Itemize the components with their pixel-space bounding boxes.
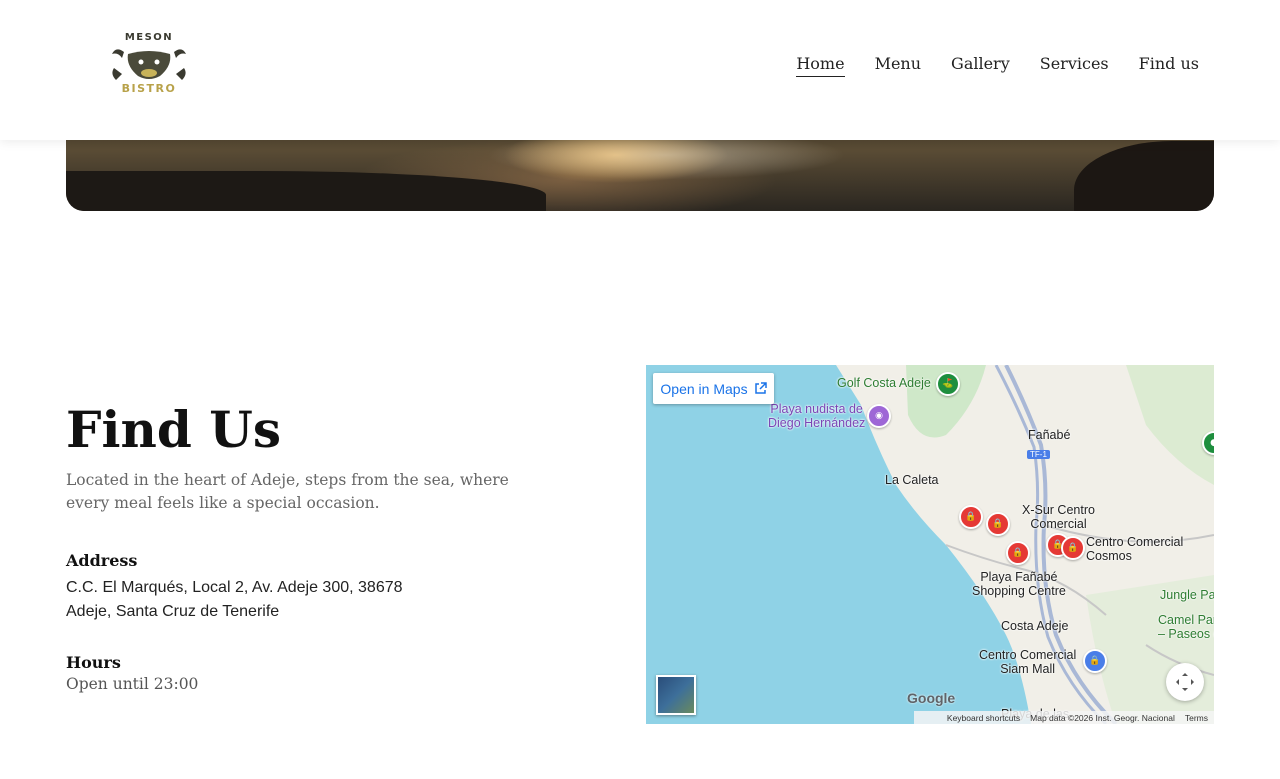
nav-find-us[interactable]: Find us xyxy=(1139,54,1199,77)
nav-gallery[interactable]: Gallery xyxy=(951,54,1010,77)
map-label-playa-fanabe-line2: Shopping Centre xyxy=(972,584,1066,598)
map-label-xsur-line1: X-Sur Centro xyxy=(1022,503,1095,517)
google-logo: Google xyxy=(907,690,956,706)
map-label-siam-line2: Siam Mall xyxy=(1000,662,1056,676)
external-link-icon xyxy=(754,382,767,394)
map-label-cosmos-line2: Cosmos xyxy=(1086,549,1132,563)
map-label-playa-fanabe: Playa Fañabé Shopping Centre xyxy=(972,570,1066,598)
map-label-la-caleta: La Caleta xyxy=(885,473,939,487)
hero-rock-left xyxy=(66,171,546,211)
map-label-fanabe: Fañabé xyxy=(1028,428,1071,442)
map-attribution: Keyboard shortcuts Map data ©2026 Inst. … xyxy=(914,711,1214,724)
map-label-cosmos-line1: Centro Comercial xyxy=(1086,535,1184,549)
map-pin-shopping-icon[interactable]: 🔒 xyxy=(1006,541,1030,565)
map-label-xsur: X-Sur Centro Comercial xyxy=(1022,503,1095,531)
keyboard-shortcuts-link[interactable]: Keyboard shortcuts xyxy=(947,713,1020,723)
hero-rock-right xyxy=(1074,141,1214,211)
map-pin-shopping-icon[interactable]: 🔒 xyxy=(959,505,983,529)
map-label-siam-line1: Centro Comercial xyxy=(979,648,1077,662)
map-label-jungle: Jungle Par xyxy=(1160,588,1214,602)
fullscreen-button[interactable] xyxy=(1166,663,1204,701)
nav-menu[interactable]: Menu xyxy=(875,54,921,77)
map-label-siam: Centro Comercial Siam Mall xyxy=(979,648,1076,676)
site-header: MESON BISTRO Home Menu Gallery Services … xyxy=(0,0,1280,140)
map-pin-shopping-icon[interactable]: 🔒 xyxy=(986,512,1010,536)
bull-head-icon xyxy=(112,49,186,80)
map-label-cosmos: Centro Comercial Cosmos xyxy=(1086,535,1183,563)
map-label-camel: Camel Park – Paseos en ca xyxy=(1158,613,1214,641)
map-pin-mall-icon[interactable]: 🔒 xyxy=(1083,649,1107,673)
find-us-title: Find Us xyxy=(66,400,281,459)
find-us-description: Located in the heart of Adeje, steps fro… xyxy=(66,471,509,512)
address-label: Address xyxy=(66,551,138,570)
map-label-costa-adeje: Costa Adeje xyxy=(1001,619,1069,633)
map-label-playa-nudista-line2: Diego Hernández xyxy=(768,416,866,430)
google-map[interactable]: Golf Costa Adeje Playa nudista de Diego … xyxy=(646,365,1214,724)
map-label-xsur-line2: Comercial xyxy=(1030,517,1087,531)
map-pin-shopping-icon[interactable]: 🔒 xyxy=(1061,536,1085,560)
logo-top-text: MESON xyxy=(124,32,174,43)
nav-home[interactable]: Home xyxy=(796,54,845,77)
open-in-maps-label: Open in Maps xyxy=(660,380,748,397)
hours-label: Hours xyxy=(66,653,121,672)
map-label-playa-fanabe-line1: Playa Fañabé xyxy=(980,570,1058,584)
logo-bottom-text: BISTRO xyxy=(121,82,177,95)
map-label-camel-line1: Camel Park xyxy=(1158,613,1214,627)
map-label-golf: Golf Costa Adeje xyxy=(837,376,931,390)
map-label-camel-line2: – Paseos en ca xyxy=(1158,627,1214,641)
open-in-maps-button[interactable]: Open in Maps xyxy=(653,373,774,404)
main-nav: Home Menu Gallery Services Find us xyxy=(796,54,1199,77)
terms-link[interactable]: Terms xyxy=(1185,713,1208,723)
map-pin-golf-icon[interactable]: ⛳ xyxy=(936,372,960,396)
fullscreen-icon xyxy=(1176,673,1194,691)
map-road-badge-tf1: TF-1 xyxy=(1027,450,1050,459)
map-label-playa-nudista-line1: Playa nudista de xyxy=(770,402,863,416)
map-pin-camera-icon[interactable]: ◉ xyxy=(867,404,891,428)
address-text: C.C. El Marqués, Local 2, Av. Adeje 300,… xyxy=(66,579,403,620)
hours-text: Open until 23:00 xyxy=(66,675,199,693)
map-label-playa-nudista: Playa nudista de Diego Hernández xyxy=(768,402,865,430)
site-logo[interactable]: MESON BISTRO xyxy=(108,30,190,100)
nav-services[interactable]: Services xyxy=(1040,54,1109,77)
satellite-toggle-button[interactable] xyxy=(656,675,696,715)
map-data-text: Map data ©2026 Inst. Geogr. Nacional xyxy=(1030,712,1175,723)
